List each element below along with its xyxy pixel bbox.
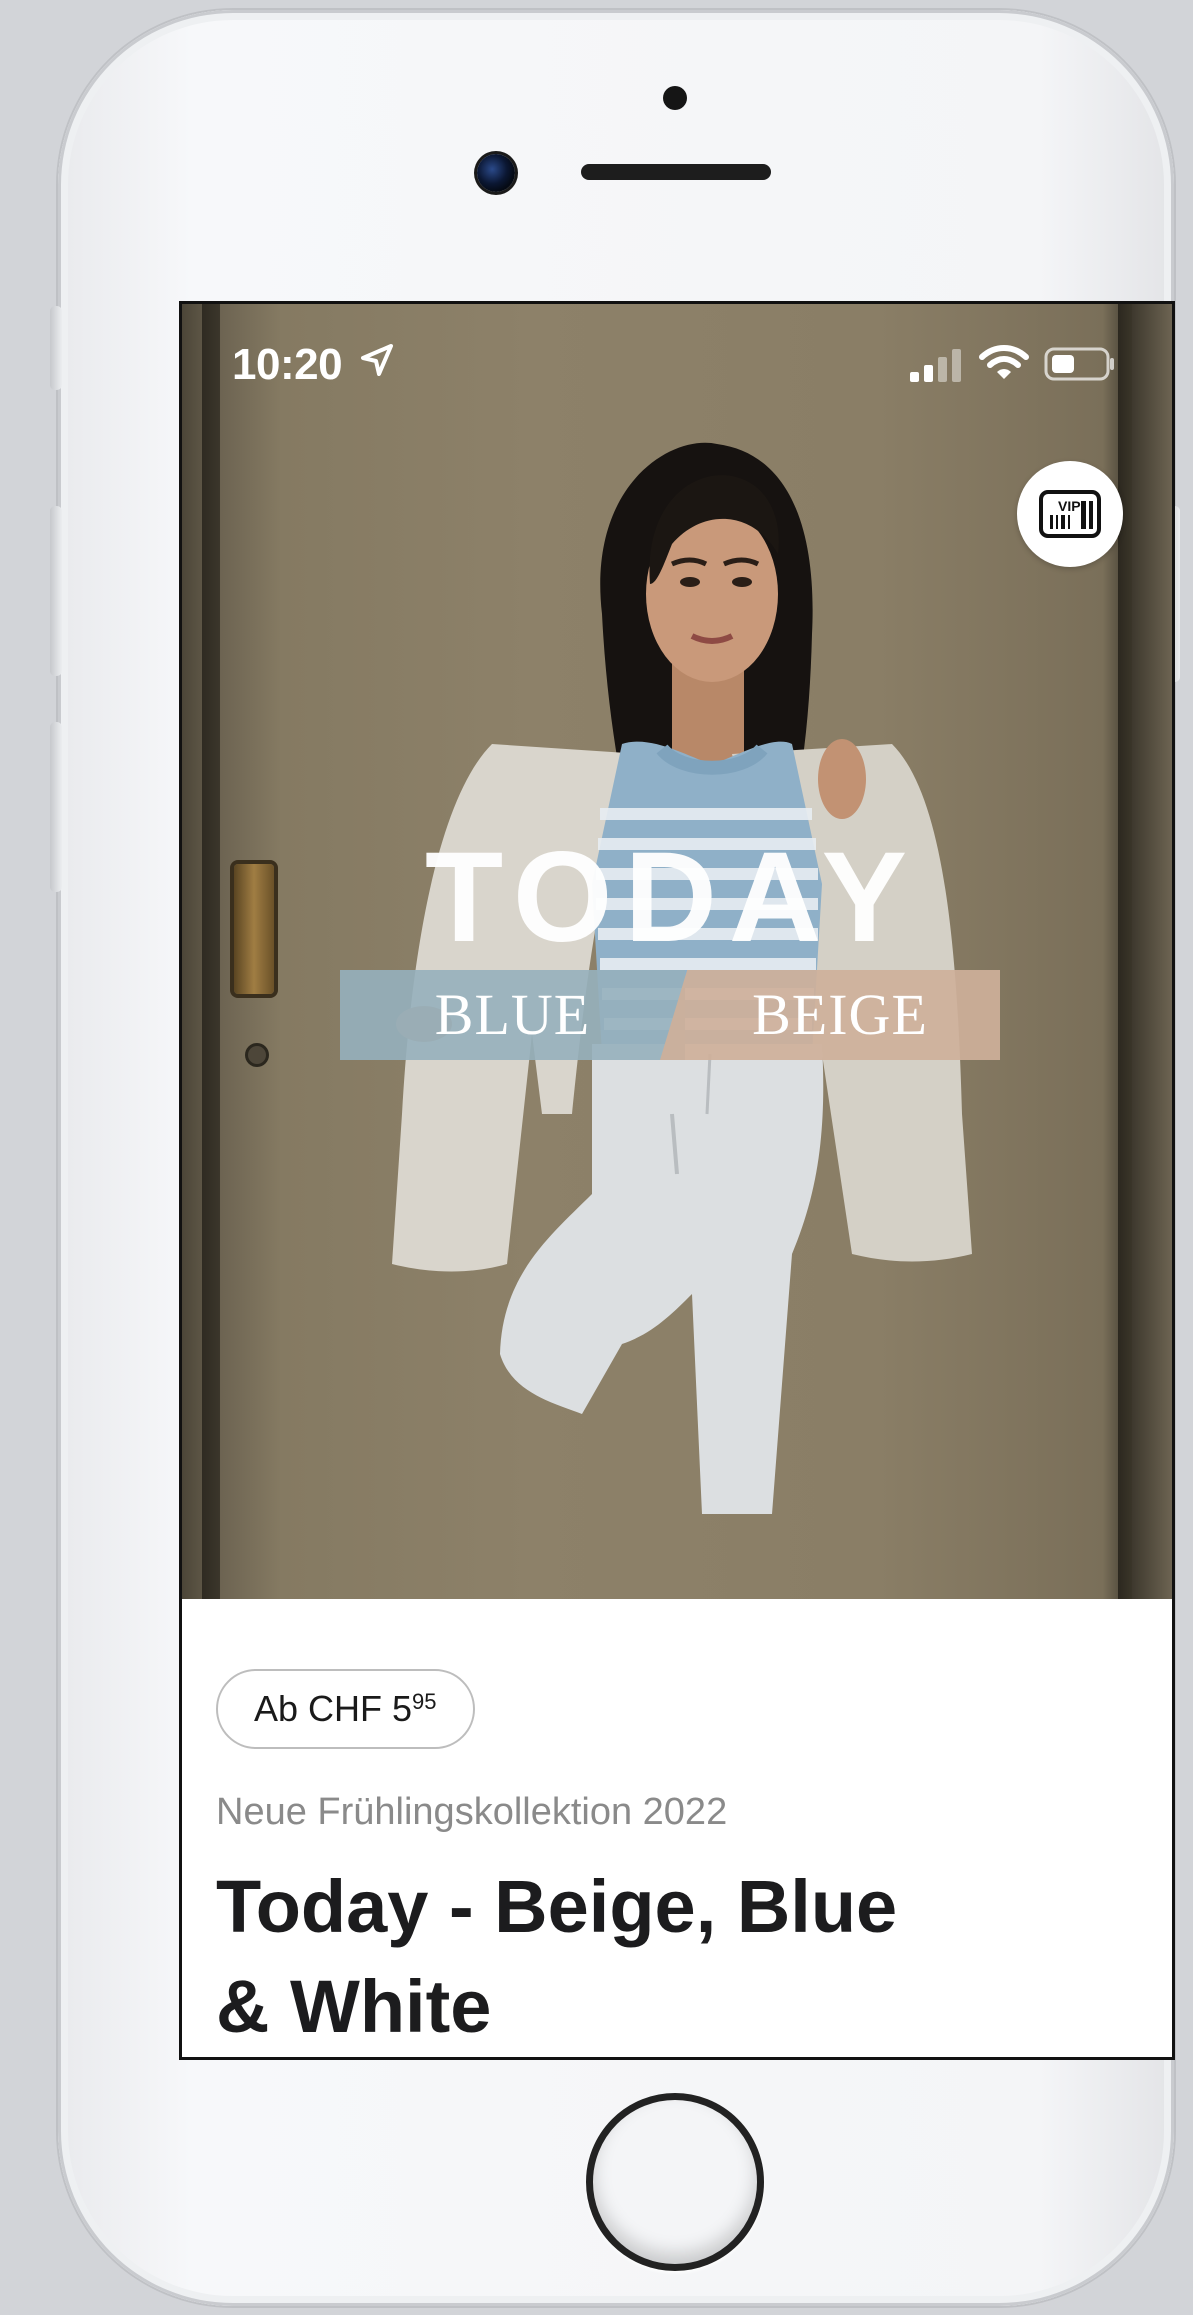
- proximity-sensor: [663, 86, 687, 110]
- phone-frame: 10:20 VIP TODAY BLUE BEIGE Ab CHF 595 Ne…: [50, 10, 1180, 2306]
- location-arrow-icon: [361, 344, 393, 376]
- silent-switch: [50, 306, 62, 390]
- vip-card-label: VIP: [1058, 498, 1081, 514]
- door-handle: [234, 864, 274, 994]
- product-card[interactable]: Ab CHF 595 Neue Frühlingskollektion 2022…: [182, 1599, 1172, 2057]
- door-frame: [202, 304, 220, 1599]
- earpiece-speaker: [581, 164, 771, 180]
- price-badge: Ab CHF 595: [216, 1669, 475, 1749]
- price-text: Ab CHF 5: [254, 1688, 413, 1729]
- hero-headline: TODAY: [425, 826, 919, 969]
- volume-down-button: [50, 722, 62, 892]
- status-time: 10:20: [232, 340, 343, 389]
- volume-up-button: [50, 506, 62, 676]
- status-bar: 10:20: [182, 304, 1172, 424]
- product-title-line-2: & White: [216, 1965, 492, 2048]
- app-screen: 10:20 VIP TODAY BLUE BEIGE Ab CHF 595 Ne…: [179, 301, 1175, 2060]
- door-lock: [248, 1046, 266, 1064]
- price-cents: 95: [412, 1689, 437, 1714]
- wifi-icon: [979, 345, 1029, 379]
- product-title-line-1: Today - Beige, Blue: [216, 1865, 898, 1948]
- front-camera: [477, 154, 515, 192]
- cellular-signal-icon: [910, 349, 961, 382]
- vip-card-button[interactable]: VIP: [1017, 461, 1123, 567]
- battery-icon: [1044, 347, 1114, 381]
- vip-card-icon: VIP: [1039, 490, 1101, 538]
- home-button[interactable]: [586, 2093, 764, 2271]
- product-title: Today - Beige, Blue & White: [216, 1857, 976, 2057]
- hero-banner[interactable]: 10:20 VIP TODAY BLUE BEIGE: [182, 304, 1172, 1599]
- product-subtitle: Neue Frühlingskollektion 2022: [216, 1791, 728, 1833]
- hero-tag-blue: BLUE: [340, 970, 685, 1060]
- hero-tag-beige: BEIGE: [660, 970, 1000, 1060]
